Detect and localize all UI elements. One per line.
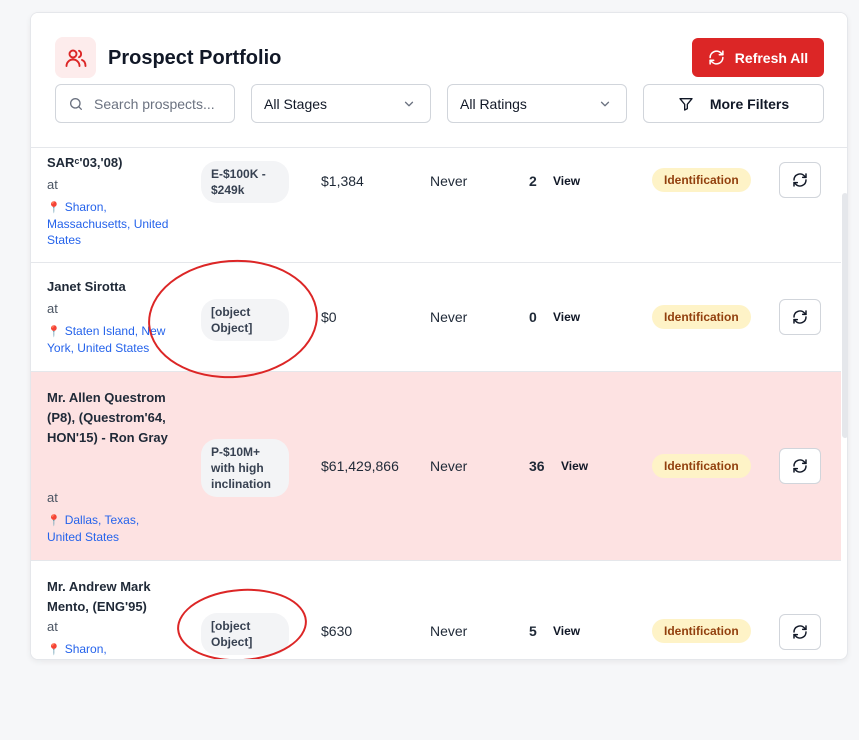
refresh-icon	[793, 310, 807, 324]
map-pin-icon: 📍	[47, 644, 61, 656]
view-link[interactable]: View	[561, 459, 588, 473]
more-filters-label: More Filters	[709, 95, 790, 112]
table-row[interactable]: Mr. Andrew Mark Mento, (ENG'95) at 📍 Shar…	[31, 561, 841, 659]
search-icon	[70, 97, 82, 110]
filter-icon	[679, 97, 693, 111]
last-contact: Never	[430, 458, 468, 474]
map-pin-icon: 📍	[47, 202, 61, 214]
chevron-down-icon	[404, 101, 414, 106]
scrollbar[interactable]	[842, 193, 847, 438]
users-icon	[55, 37, 96, 78]
rating-filter-value: All Ratings	[460, 95, 527, 112]
stage-badge: Identification	[652, 168, 751, 192]
row-refresh-button[interactable]	[779, 614, 821, 650]
prospect-name[interactable]: SARᶜ'03,'08)	[47, 153, 177, 173]
rating-filter-select[interactable]: All Ratings	[447, 84, 627, 123]
view-link[interactable]: View	[553, 174, 580, 188]
giving-amount: $61,429,866	[321, 458, 399, 474]
last-contact: Never	[430, 623, 468, 639]
prospect-portfolio-card: SARᶜ'03,'08) at 📍 Sharon, Massachusetts, …	[30, 12, 848, 660]
prospect-at: at	[47, 490, 58, 505]
prospect-location[interactable]: 📍 Sharon, Massachusetts, United States	[47, 199, 177, 248]
prospect-location[interactable]: 📍 Dallas, Texas, United States	[47, 512, 177, 545]
stage-badge: Identification	[652, 619, 751, 643]
more-filters-button[interactable]: More Filters	[643, 84, 824, 123]
giving-amount: $1,384	[321, 173, 364, 189]
refresh-icon	[793, 625, 807, 639]
prospect-location[interactable]: 📍 Sharon,	[47, 641, 177, 658]
chevron-down-icon	[600, 101, 610, 106]
giving-amount: $0	[321, 309, 337, 325]
rating-badge: [object Object]	[201, 613, 289, 655]
prospect-at: at	[47, 619, 58, 634]
stage-filter-select[interactable]: All Stages	[251, 84, 431, 123]
rating-badge: E-$100K - $249k	[201, 161, 289, 203]
last-contact: Never	[430, 173, 468, 189]
giving-amount: $630	[321, 623, 353, 639]
interaction-count: 0	[529, 309, 537, 325]
rating-badge: P-$10M+ with high inclination	[201, 439, 289, 497]
view-link[interactable]: View	[553, 624, 580, 638]
refresh-icon	[793, 459, 807, 473]
view-link[interactable]: View	[553, 310, 580, 324]
search-input[interactable]	[94, 95, 224, 112]
refresh-icon	[709, 50, 724, 65]
interaction-count: 5	[529, 623, 537, 639]
interaction-count: 36	[529, 458, 545, 474]
prospect-at: at	[47, 301, 58, 316]
refresh-all-label: Refresh All	[734, 49, 809, 66]
panel-header: Prospect Portfolio Refresh All All Stage…	[31, 13, 847, 148]
prospect-name[interactable]: Mr. Allen Questrom (P8), (Questrom'64, H…	[47, 388, 177, 448]
last-contact: Never	[430, 309, 468, 325]
row-refresh-button[interactable]	[779, 299, 821, 335]
prospect-name[interactable]: Mr. Andrew Mark Mento, (ENG'95)	[47, 577, 177, 617]
map-pin-icon: 📍	[47, 515, 61, 527]
map-pin-icon: 📍	[47, 326, 61, 338]
stage-filter-value: All Stages	[264, 95, 328, 112]
prospect-name[interactable]: Janet Sirotta	[47, 277, 177, 297]
stage-badge: Identification	[652, 305, 751, 329]
refresh-all-button[interactable]: Refresh All	[692, 38, 824, 77]
table-row[interactable]: SARᶜ'03,'08) at 📍 Sharon, Massachusetts, …	[31, 133, 841, 263]
interaction-count: 2	[529, 173, 537, 189]
stage-badge: Identification	[652, 454, 751, 478]
search-box[interactable]	[55, 84, 235, 123]
rating-badge: [object Object]	[201, 299, 289, 341]
row-refresh-button[interactable]	[779, 448, 821, 484]
page-title: Prospect Portfolio	[108, 47, 282, 69]
table-row[interactable]: Janet Sirotta at 📍 Staten Island, New Yor…	[31, 263, 841, 372]
table-row[interactable]: Mr. Allen Questrom (P8), (Questrom'64, H…	[31, 372, 841, 561]
prospect-at: at	[47, 177, 58, 192]
row-refresh-button[interactable]	[779, 162, 821, 198]
refresh-icon	[793, 173, 807, 187]
prospect-location[interactable]: 📍 Staten Island, New York, United States	[47, 323, 177, 356]
